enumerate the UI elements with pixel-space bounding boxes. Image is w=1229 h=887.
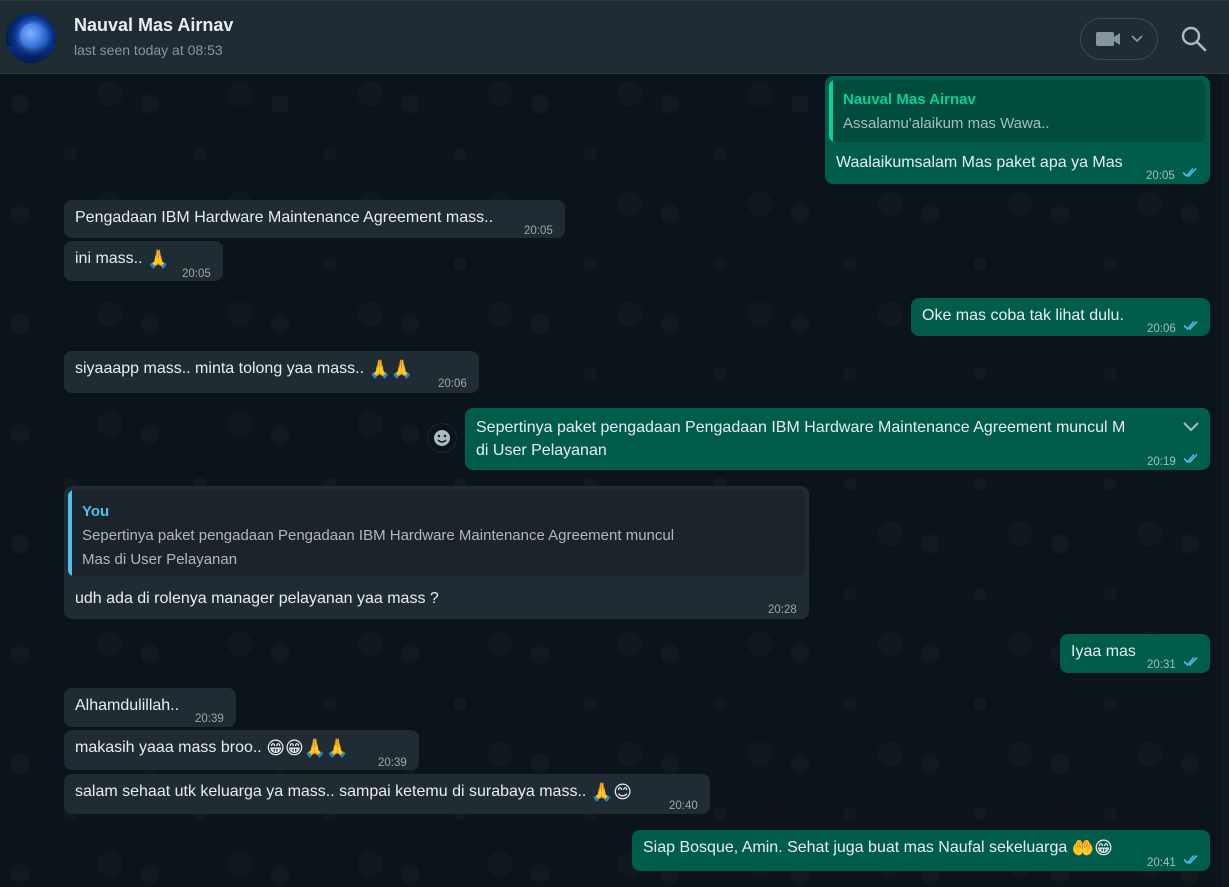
- message-incoming[interactable]: salam sehaat utk keluarga ya mass.. samp…: [64, 774, 710, 814]
- read-ticks-icon: [1183, 656, 1198, 667]
- quote-text-line2: Mas di User Pelayanan: [82, 551, 238, 568]
- message-time: 20:40: [669, 800, 698, 812]
- message-time: 20:39: [195, 713, 224, 725]
- message-time: 20:41: [1147, 857, 1176, 869]
- quote-accent-bar: [68, 490, 72, 576]
- message-incoming[interactable]: makasih yaaa mass broo.. 😁😁🙏🙏 20:39: [64, 730, 419, 770]
- quote-author: Nauval Mas Airnav: [843, 91, 976, 108]
- message-text: ini mass..: [75, 250, 143, 267]
- video-call-button[interactable]: [1080, 18, 1158, 60]
- search-button[interactable]: [1178, 23, 1210, 55]
- grinning-and-praying-emoji: 😁😁🙏🙏: [266, 738, 349, 759]
- message-incoming[interactable]: You Sepertinya paket pengadaan Pengadaan…: [64, 486, 809, 619]
- message-text: Pengadaan IBM Hardware Maintenance Agree…: [75, 209, 494, 226]
- message-text: salam sehaat utk keluarga ya mass.. samp…: [75, 783, 587, 800]
- message-text: Oke mas coba tak lihat dulu.: [922, 307, 1124, 324]
- message-incoming[interactable]: Alhamdulillah.. 20:39: [64, 688, 236, 727]
- praying-hands-emoji: 🙏: [147, 249, 170, 270]
- message-time: 20:31: [1147, 659, 1176, 671]
- message-text: Iyaa mas: [1071, 643, 1136, 660]
- message-time: 20:19: [1147, 456, 1176, 468]
- quoted-message[interactable]: You Sepertinya paket pengadaan Pengadaan…: [68, 490, 805, 576]
- message-time: 20:05: [524, 225, 553, 237]
- message-outgoing[interactable]: Oke mas coba tak lihat dulu. 20:06: [911, 298, 1210, 336]
- avatar-moon: [20, 23, 46, 49]
- contact-name[interactable]: Nauval Mas Airnav: [74, 15, 233, 36]
- read-ticks-icon: [1183, 854, 1198, 865]
- read-ticks-icon: [1182, 167, 1197, 178]
- message-text-line1: Sepertinya paket pengadaan Pengadaan IBM…: [476, 419, 1126, 436]
- read-ticks-icon: [1183, 453, 1198, 464]
- message-time: 20:06: [438, 378, 467, 390]
- message-text: siyaaapp mass.. minta tolong yaa mass..: [75, 360, 365, 377]
- last-seen-status: last seen today at 08:53: [74, 42, 223, 58]
- whatsapp-chat-window: Nauval Mas Airnav last seen today at 08:…: [0, 0, 1229, 887]
- message-incoming[interactable]: siyaaapp mass.. minta tolong yaa mass.. …: [64, 351, 479, 393]
- scrollbar-track[interactable]: [1221, 74, 1229, 887]
- praying-hands-emoji: 🙏🙏: [368, 359, 414, 380]
- chat-header: Nauval Mas Airnav last seen today at 08:…: [0, 0, 1229, 74]
- message-time: 20:05: [182, 268, 211, 280]
- message-outgoing[interactable]: Sepertinya paket pengadaan Pengadaan IBM…: [465, 408, 1210, 470]
- search-icon: [1181, 26, 1207, 52]
- quoted-message[interactable]: Nauval Mas Airnav Assalamu'alaikum mas W…: [829, 80, 1205, 142]
- smiley-icon: [434, 430, 450, 446]
- palms-up-and-grin-emoji: 🤲😁: [1071, 838, 1113, 859]
- message-text-line2: di User Pelayanan: [476, 442, 607, 459]
- praying-and-smiling-emoji: 🙏😊: [590, 782, 632, 803]
- message-incoming[interactable]: Pengadaan IBM Hardware Maintenance Agree…: [64, 200, 565, 238]
- quote-accent-bar: [829, 80, 833, 142]
- message-text: udh ada di rolenya manager pelayanan yaa…: [75, 590, 439, 607]
- message-text: Alhamdulillah..: [75, 697, 180, 714]
- message-incoming[interactable]: ini mass.. 🙏 20:05: [64, 241, 223, 281]
- message-outgoing[interactable]: Iyaa mas 20:31: [1060, 634, 1210, 673]
- message-time: 20:06: [1147, 323, 1176, 335]
- message-text: makasih yaaa mass broo..: [75, 739, 262, 756]
- read-ticks-icon: [1183, 320, 1198, 331]
- add-reaction-button[interactable]: [428, 424, 456, 452]
- message-text: Waalaikumsalam Mas paket apa ya Mas: [836, 154, 1123, 171]
- message-time: 20:05: [1146, 170, 1175, 182]
- message-menu-chevron-icon[interactable]: [1180, 416, 1202, 438]
- contact-avatar[interactable]: [6, 13, 56, 63]
- message-outgoing[interactable]: Siap Bosque, Amin. Sehat juga buat mas N…: [632, 830, 1210, 871]
- message-outgoing[interactable]: Nauval Mas Airnav Assalamu'alaikum mas W…: [825, 76, 1210, 184]
- quote-author: You: [82, 503, 110, 520]
- quote-text-line1: Sepertinya paket pengadaan Pengadaan IBM…: [82, 527, 675, 544]
- message-text: Siap Bosque, Amin. Sehat juga buat mas N…: [643, 839, 1068, 856]
- video-call-icon: [1096, 32, 1120, 46]
- chevron-down-icon: [1131, 35, 1143, 43]
- message-time: 20:39: [378, 757, 407, 769]
- message-time: 20:28: [768, 604, 797, 616]
- quote-text: Assalamu'alaikum mas Wawa..: [843, 115, 1050, 132]
